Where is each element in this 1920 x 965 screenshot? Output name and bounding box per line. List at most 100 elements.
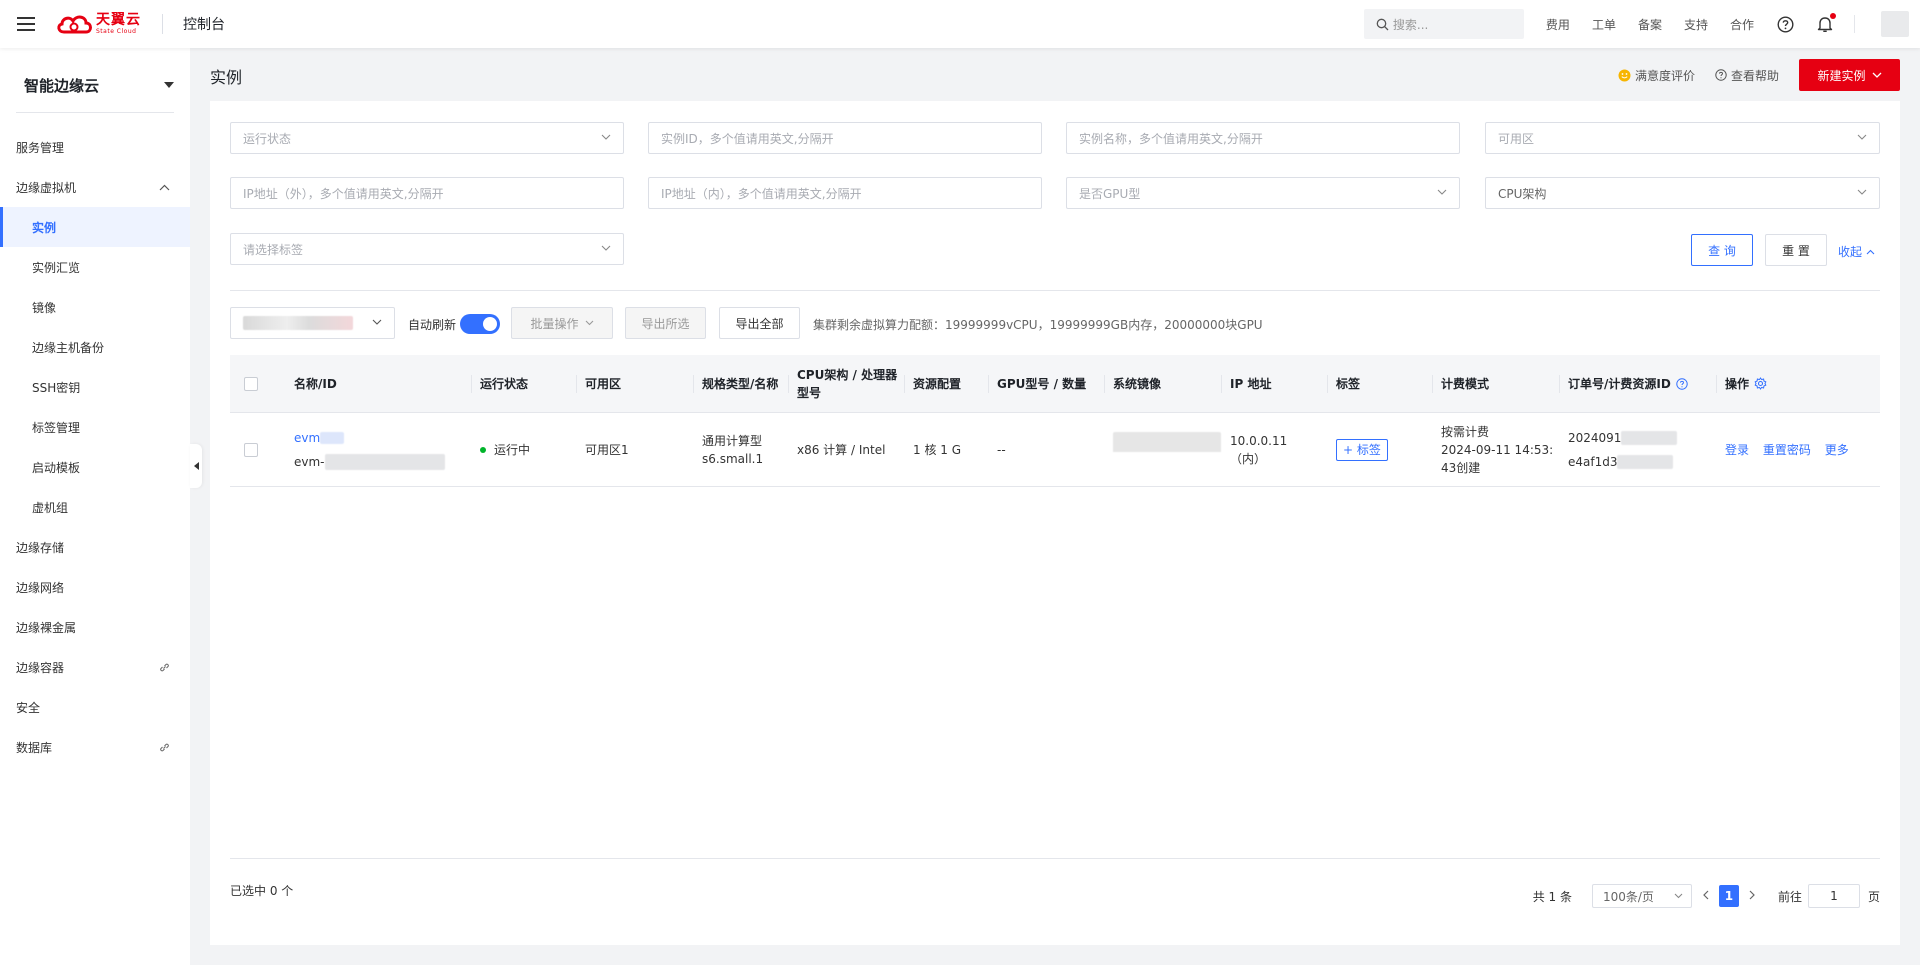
- nav-link-ticket[interactable]: 工单: [1592, 16, 1616, 33]
- gear-icon[interactable]: [1754, 377, 1767, 390]
- product-switcher[interactable]: 智能边缘云: [24, 68, 174, 102]
- sidebar-item-edge-container[interactable]: 边缘容器: [0, 647, 190, 687]
- page-size-select[interactable]: 100条/页: [1591, 884, 1692, 908]
- product-name: 智能边缘云: [24, 76, 100, 95]
- redacted-text: [1621, 431, 1678, 445]
- sidebar-item-images[interactable]: 镜像: [0, 287, 190, 327]
- sidebar-item-launch-templates[interactable]: 启动模板: [0, 447, 190, 487]
- nav-link-filing[interactable]: 备案: [1638, 16, 1662, 33]
- sidebar-item-host-backup[interactable]: 边缘主机备份: [0, 327, 190, 367]
- more-actions[interactable]: 更多: [1825, 443, 1849, 457]
- header-label: 规格类型/名称: [702, 376, 779, 391]
- chevron-down-icon: [372, 319, 382, 325]
- divider: [230, 290, 1880, 291]
- sidebar-item-vm-groups[interactable]: 虚机组: [0, 487, 190, 527]
- chevron-down-icon: [1674, 893, 1683, 899]
- rating-link[interactable]: 满意度评价: [1618, 67, 1695, 84]
- help-link[interactable]: 查看帮助: [1715, 67, 1779, 84]
- sidebar-item-edge-network[interactable]: 边缘网络: [0, 567, 190, 607]
- chevron-up-icon: [1866, 249, 1875, 254]
- reset-button[interactable]: 重 置: [1765, 234, 1827, 266]
- instance-name-input[interactable]: 实例名称，多个值请用英文,分隔开: [1066, 122, 1460, 154]
- auto-refresh-toggle[interactable]: [460, 314, 500, 334]
- ip-internal-placeholder: IP地址（内），多个值请用英文,分隔开: [661, 186, 862, 201]
- login-action[interactable]: 登录: [1725, 443, 1749, 457]
- add-tag-button[interactable]: + 标签: [1336, 438, 1388, 461]
- ip-external-placeholder: IP地址（外），多个值请用英文,分隔开: [243, 186, 444, 201]
- sidebar-item-security[interactable]: 安全: [0, 687, 190, 727]
- name-id-cell: evm evm-: [286, 429, 472, 471]
- tag-select[interactable]: 请选择标签: [230, 233, 624, 265]
- row-select-cell: [230, 442, 286, 457]
- sidebar-item-database[interactable]: 数据库: [0, 727, 190, 767]
- gpu-type-select[interactable]: 是否GPU型: [1066, 177, 1460, 209]
- status-cell: 运行中: [472, 441, 577, 459]
- header-tags: 标签: [1328, 355, 1433, 412]
- instance-id-input[interactable]: 实例ID，多个值请用英文,分隔开: [648, 122, 1042, 154]
- select-all-checkbox[interactable]: [244, 376, 258, 391]
- ip-internal-input[interactable]: IP地址（内），多个值请用英文,分隔开: [648, 177, 1042, 209]
- query-button[interactable]: 查 询: [1691, 234, 1753, 266]
- sidebar-item-edge-bare-metal[interactable]: 边缘裸金属: [0, 607, 190, 647]
- nav-link-cooperation[interactable]: 合作: [1730, 16, 1754, 33]
- sidebar-item-edge-storage[interactable]: 边缘存储: [0, 527, 190, 567]
- row-checkbox[interactable]: [244, 442, 258, 457]
- nav-link-fee[interactable]: 费用: [1546, 16, 1570, 33]
- export-all-button[interactable]: 导出全部: [719, 307, 800, 339]
- help-label: 查看帮助: [1730, 68, 1779, 83]
- page-number-current[interactable]: 1: [1718, 885, 1739, 907]
- next-page-icon[interactable]: [1749, 889, 1756, 903]
- sidebar-item-service-management[interactable]: 服务管理: [0, 127, 190, 167]
- header-status: 运行状态: [472, 355, 577, 412]
- cpu-arch-select[interactable]: CPU架构: [1485, 177, 1880, 209]
- question-circle-icon[interactable]: [1676, 377, 1688, 390]
- menu-icon[interactable]: [17, 17, 35, 31]
- sidebar-collapse-toggle[interactable]: [190, 444, 202, 488]
- sidebar-item-label: 边缘存储: [16, 540, 65, 555]
- help-icon[interactable]: [1776, 15, 1794, 33]
- sidebar-item-instance-overview[interactable]: 实例汇览: [0, 247, 190, 287]
- sidebar-item-edge-vm[interactable]: 边缘虚拟机: [0, 167, 190, 207]
- goto-page-input[interactable]: 1: [1807, 884, 1860, 908]
- spec-name: s6.small.1: [702, 451, 764, 466]
- instance-id: evm-: [294, 454, 325, 469]
- bell-icon[interactable]: [1816, 13, 1836, 33]
- zone-select[interactable]: 可用区: [1485, 122, 1880, 154]
- sidebar-item-ssh-keys[interactable]: SSH密钥: [0, 367, 190, 407]
- region-select[interactable]: [230, 307, 395, 339]
- ip-external-input[interactable]: IP地址（外），多个值请用英文,分隔开: [230, 177, 624, 209]
- nav-link-support[interactable]: 支持: [1684, 16, 1708, 33]
- chevron-down-icon: [1857, 134, 1867, 140]
- avatar[interactable]: [1881, 11, 1909, 37]
- tag-placeholder: 请选择标签: [243, 242, 304, 257]
- sidebar-item-tag-management[interactable]: 标签管理: [0, 407, 190, 447]
- reset-password-action[interactable]: 重置密码: [1763, 443, 1811, 457]
- sidebar-item-instances[interactable]: 实例: [0, 207, 190, 247]
- logo[interactable]: 天翼云 State Cloud: [55, 13, 141, 35]
- sidebar-item-label: 边缘虚拟机: [16, 180, 77, 195]
- create-instance-button[interactable]: 新建实例: [1799, 59, 1900, 91]
- collapse-filters-link[interactable]: 收起: [1838, 243, 1875, 260]
- header-label: CPU架构 / 处理器型号: [797, 367, 898, 400]
- search-input[interactable]: 搜索...: [1363, 9, 1524, 39]
- chevron-down-icon: [601, 134, 611, 140]
- header-label: 资源配置: [913, 377, 962, 391]
- header-label: 可用区: [585, 377, 622, 391]
- export-selected-button[interactable]: 导出所选: [625, 307, 706, 339]
- sidebar-item-label: 数据库: [16, 740, 53, 755]
- prev-page-icon[interactable]: [1702, 889, 1709, 903]
- search-icon: [1376, 18, 1389, 30]
- cpu-cell: x86 计算 / Intel: [789, 441, 905, 459]
- redacted-text: [320, 432, 345, 444]
- header-label: 操作: [1725, 377, 1750, 391]
- instance-name-link[interactable]: evm: [294, 431, 320, 445]
- sidebar-item-label: 边缘网络: [16, 580, 65, 595]
- reset-label: 重 置: [1782, 243, 1810, 258]
- batch-operation-button[interactable]: 批量操作: [511, 307, 613, 339]
- goto-label: 前往: [1777, 889, 1802, 904]
- console-title[interactable]: 控制台: [183, 14, 225, 34]
- sidebar-item-label: 镜像: [32, 300, 57, 315]
- run-status-select[interactable]: 运行状态: [230, 122, 624, 154]
- ip-cell: 10.0.0.11 （内）: [1222, 432, 1328, 468]
- status-text: 运行中: [494, 442, 531, 457]
